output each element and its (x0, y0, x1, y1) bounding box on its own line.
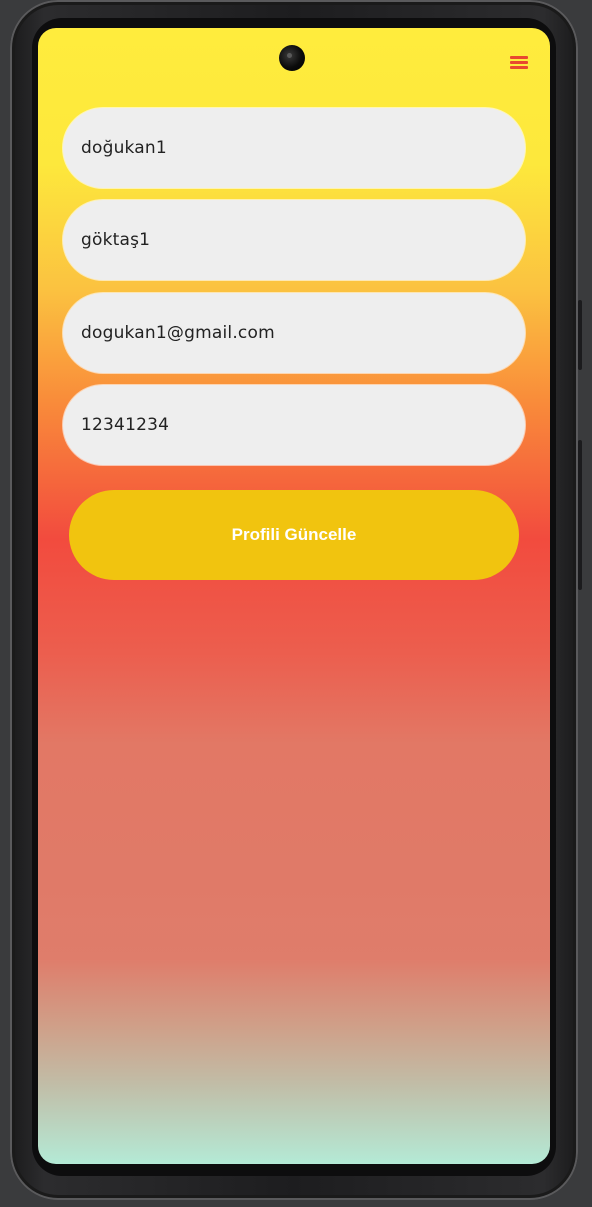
device-frame: Profili Güncelle (0, 0, 592, 1207)
first-name-input[interactable] (79, 137, 509, 159)
first-name-field[interactable] (63, 108, 525, 188)
volume-button (578, 300, 582, 370)
email-field[interactable] (63, 293, 525, 373)
email-input[interactable] (79, 322, 509, 344)
update-profile-button-label: Profili Güncelle (231, 525, 357, 544)
app-screen: Profili Güncelle (38, 28, 550, 1164)
last-name-field[interactable] (63, 200, 525, 280)
update-profile-button[interactable]: Profili Güncelle (69, 490, 519, 580)
power-button (578, 440, 582, 590)
menu-bar-top (510, 56, 528, 59)
password-input[interactable] (79, 414, 509, 436)
hamburger-menu-icon[interactable] (508, 53, 530, 71)
menu-bar-middle (510, 61, 528, 64)
front-camera (279, 45, 305, 71)
menu-bar-bottom (510, 66, 528, 69)
password-field[interactable] (63, 385, 525, 465)
last-name-input[interactable] (79, 229, 509, 251)
